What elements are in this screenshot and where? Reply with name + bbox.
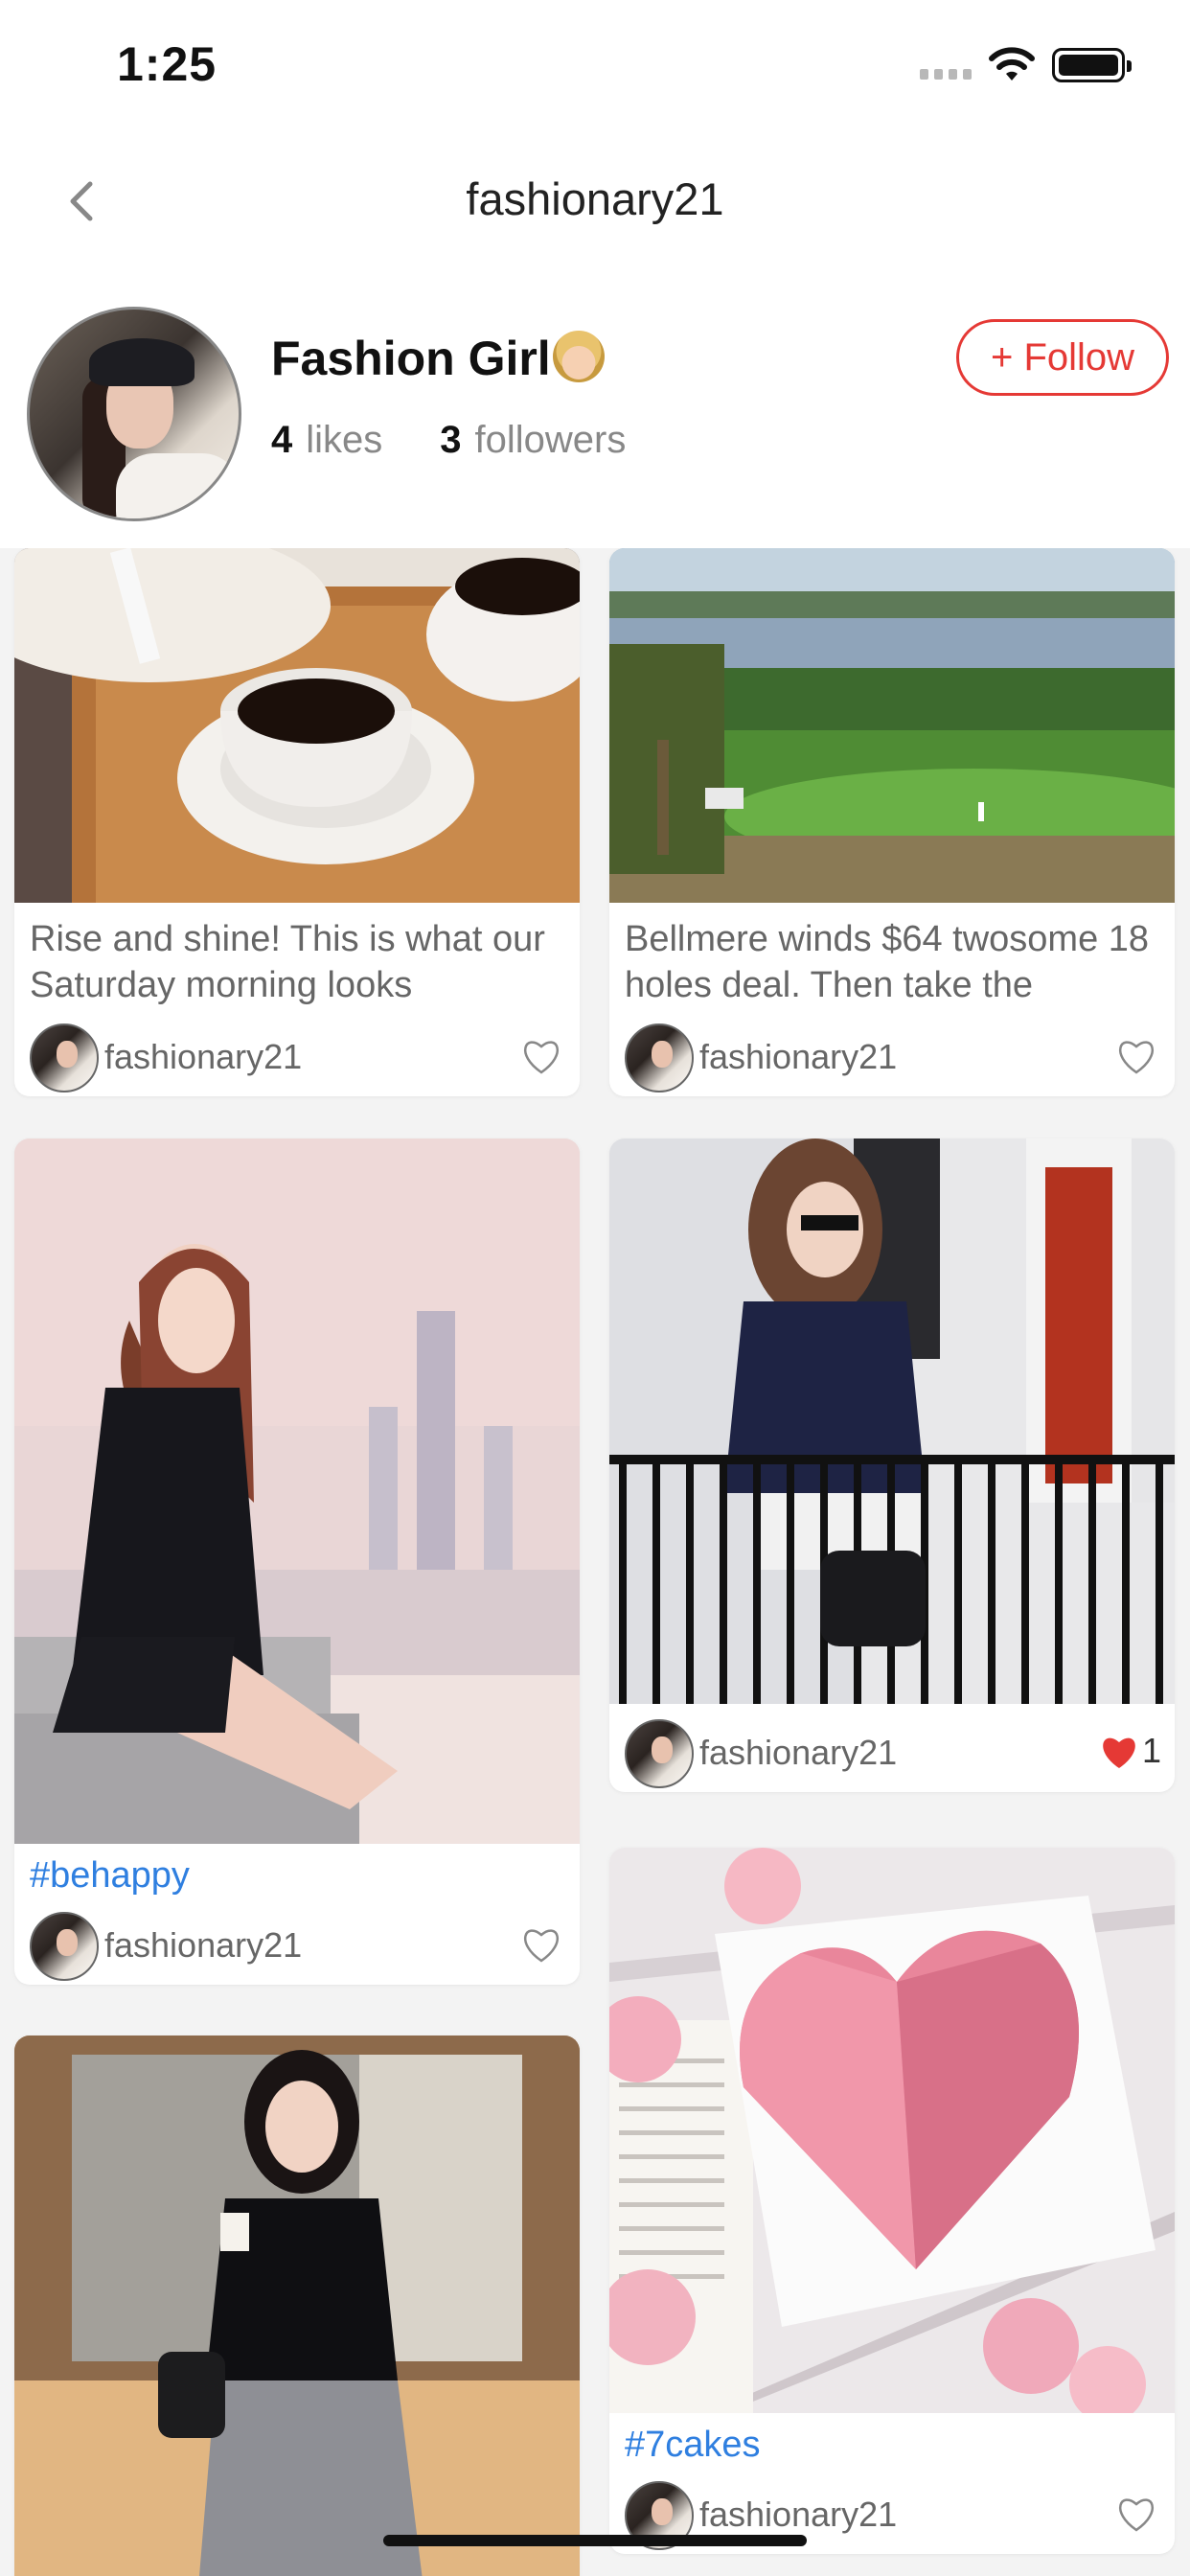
post-caption: Rise and shine! This is what our Saturda… (30, 919, 545, 1005)
post-card[interactable]: #7cakes fashionary21 (609, 1848, 1175, 2554)
wifi-icon (989, 47, 1035, 80)
author-avatar[interactable] (625, 1024, 694, 1092)
followers-label: followers (474, 419, 627, 461)
post-meta: fashionary21 1 (609, 1704, 1175, 1792)
post-grid: Rise and shine! This is what our Saturda… (0, 548, 1190, 2576)
heart-filled-icon[interactable] (1098, 1733, 1140, 1771)
author-username[interactable]: fashionary21 (104, 1037, 302, 1077)
likes-label: likes (306, 419, 383, 461)
post-image-golf-course (609, 548, 1175, 903)
author-username[interactable]: fashionary21 (104, 1925, 302, 1966)
post-card[interactable]: fashionary21 1 (609, 1138, 1175, 1792)
person-emoji-icon (552, 331, 605, 382)
author-username[interactable]: fashionary21 (699, 1037, 897, 1077)
status-time: 1:25 (117, 37, 217, 91)
like-count: 1 (1141, 1731, 1161, 1770)
author-avatar[interactable] (30, 1024, 99, 1092)
heart-outline-icon[interactable] (1115, 2495, 1157, 2533)
page-title: fashionary21 (466, 173, 724, 224)
profile-stats: 4 likes 3 followers (271, 419, 626, 462)
post-card[interactable]: Bellmere winds $64 twosome 18 holes deal… (609, 548, 1175, 1096)
follow-button[interactable]: + Follow (956, 319, 1169, 396)
heart-outline-icon[interactable] (1115, 1037, 1157, 1075)
nav-bar: fashionary21 (0, 144, 1190, 264)
followers-count: 3 (440, 419, 462, 461)
profile-display-name: Fashion Girl (271, 331, 605, 386)
heart-outline-icon[interactable] (520, 1925, 562, 1964)
post-image-railing-portrait (609, 1138, 1175, 1704)
post-card[interactable]: Rise and shine! This is what our Saturda… (14, 548, 580, 1096)
status-bar: 1:25 (0, 0, 1190, 129)
post-hashtag[interactable]: #behappy (14, 1844, 580, 1897)
author-avatar[interactable] (30, 1912, 99, 1981)
cellular-signal-icon (920, 69, 972, 80)
likes-count: 4 (271, 419, 293, 461)
post-hashtag[interactable]: #7cakes (609, 2413, 1175, 2466)
profile-avatar[interactable] (27, 307, 241, 521)
post-card[interactable]: #behappy fashionary21 (14, 1138, 580, 1985)
post-meta: fashionary21 (14, 1897, 580, 1985)
post-image-cafe-portrait (14, 2036, 580, 2576)
post-image-coffee (14, 548, 580, 903)
post-image-heart-cake (609, 1848, 1175, 2413)
author-avatar[interactable] (625, 1719, 694, 1788)
post-meta: fashionary21 (609, 1008, 1175, 1096)
post-image-waterfront-portrait (14, 1138, 580, 1844)
heart-outline-icon[interactable] (520, 1037, 562, 1075)
post-caption: Bellmere winds $64 twosome 18 holes deal… (625, 919, 1150, 1005)
profile-header: Fashion Girl 4 likes 3 followers + Follow (0, 302, 1190, 532)
battery-icon (1052, 48, 1132, 82)
post-meta: fashionary21 (14, 1008, 580, 1096)
display-name-text: Fashion Girl (271, 332, 551, 385)
post-card[interactable]: fashionary21 (14, 2036, 580, 2576)
author-username[interactable]: fashionary21 (699, 2495, 897, 2535)
home-indicator[interactable] (383, 2535, 807, 2546)
author-username[interactable]: fashionary21 (699, 1733, 897, 1773)
